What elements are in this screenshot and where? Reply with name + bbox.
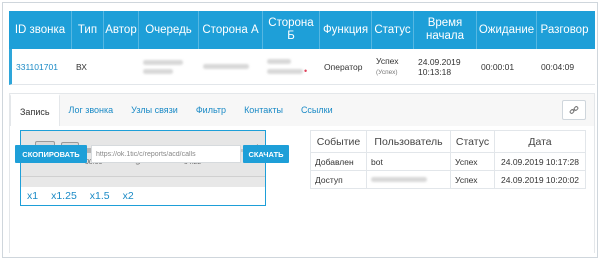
- table-row: Добавлен bot Успех 24.09.2019 10:17:28: [310, 152, 586, 171]
- col-queue[interactable]: Очередь: [139, 11, 199, 49]
- speed-x1[interactable]: x1: [27, 190, 38, 202]
- call-side-a-redacted: [199, 49, 263, 84]
- col-start-time[interactable]: Время начала: [414, 11, 477, 49]
- speed-x1-25[interactable]: x1.25: [51, 190, 77, 202]
- speed-options: x1 x1.25 x1.5 x2: [27, 190, 134, 202]
- events-col-date: Дата: [494, 130, 586, 153]
- events-col-event: Событие: [310, 130, 367, 153]
- download-button[interactable]: СКАЧАТЬ: [243, 145, 289, 163]
- col-side-a[interactable]: Сторона А: [199, 11, 263, 49]
- player-divider: [21, 177, 265, 187]
- call-side-b-redacted: •: [263, 49, 320, 84]
- tab-filter[interactable]: Фильтр: [187, 94, 235, 126]
- events-col-user: Пользователь: [366, 130, 451, 153]
- speed-x2[interactable]: x2: [123, 190, 134, 202]
- call-start-time: 10:13:18: [418, 66, 452, 77]
- tab-recording[interactable]: Запись: [10, 94, 60, 126]
- event-status: Успех: [450, 170, 495, 189]
- col-call-id[interactable]: ID звонка: [9, 11, 72, 49]
- col-type[interactable]: Тип: [72, 11, 104, 49]
- call-id-link[interactable]: 331101701: [12, 49, 72, 84]
- col-talk[interactable]: Разговор: [537, 11, 592, 49]
- call-wait: 00:00:01: [481, 61, 515, 72]
- call-function: Оператор: [324, 61, 363, 72]
- table-row: Доступ Успех 24.09.2019 10:20:02: [310, 170, 586, 189]
- call-type: ВХ: [76, 61, 87, 72]
- tab-call-log[interactable]: Лог звонка: [60, 94, 123, 126]
- call-status: Успех: [376, 55, 399, 66]
- event-date: 24.09.2019 10:17:28: [494, 152, 586, 171]
- call-talk: 00:04:09: [541, 61, 575, 72]
- call-author: [104, 49, 139, 84]
- col-author[interactable]: Автор: [104, 11, 139, 49]
- audio-player: 00:00 ⟲ 04:22 ◀ ◀) x1 x1.25 x1.5 x2: [20, 130, 266, 206]
- event-name: Доступ: [310, 170, 367, 189]
- event-user: bot: [366, 152, 451, 171]
- call-status-cell: Успех (Успех): [372, 49, 414, 84]
- event-status: Успех: [450, 152, 495, 171]
- event-user-redacted: [366, 170, 451, 189]
- call-queue-redacted: [139, 49, 199, 84]
- event-date: 24.09.2019 10:20:02: [494, 170, 586, 189]
- recording-url-field[interactable]: [91, 145, 241, 163]
- link-icon[interactable]: [562, 100, 586, 120]
- event-name: Добавлен: [310, 152, 367, 171]
- col-status[interactable]: Статус: [372, 11, 414, 49]
- call-start-cell: 24.09.2019 10:13:18: [414, 49, 477, 84]
- table-row[interactable]: 331101701 ВХ • Оператор Успех (Успех) 24…: [9, 49, 595, 85]
- copy-button[interactable]: СКОПИРОВАТЬ: [15, 145, 87, 163]
- call-status-sub: (Успех): [376, 68, 398, 76]
- tab-links[interactable]: Ссылки: [292, 94, 342, 126]
- call-details-window: ID звонка Тип Автор Очередь Сторона А Ст…: [2, 2, 598, 258]
- speed-x1-5[interactable]: x1.5: [90, 190, 110, 202]
- call-start-date: 24.09.2019: [418, 56, 461, 67]
- tab-bar: Запись Лог звонка Узлы связи Фильтр Конт…: [10, 94, 594, 126]
- tab-nodes[interactable]: Узлы связи: [122, 94, 187, 126]
- table-header: ID звонка Тип Автор Очередь Сторона А Ст…: [9, 11, 595, 49]
- details-panel: Запись Лог звонка Узлы связи Фильтр Конт…: [9, 93, 595, 253]
- col-function[interactable]: Функция: [320, 11, 372, 49]
- events-col-status: Статус: [450, 130, 495, 153]
- col-wait[interactable]: Ожидание: [477, 11, 537, 49]
- marker-icon: •: [304, 66, 308, 76]
- col-side-b[interactable]: Сторона Б: [263, 11, 320, 49]
- tab-contacts[interactable]: Контакты: [235, 94, 292, 126]
- events-table: Событие Пользователь Статус Дата Добавле…: [310, 130, 586, 189]
